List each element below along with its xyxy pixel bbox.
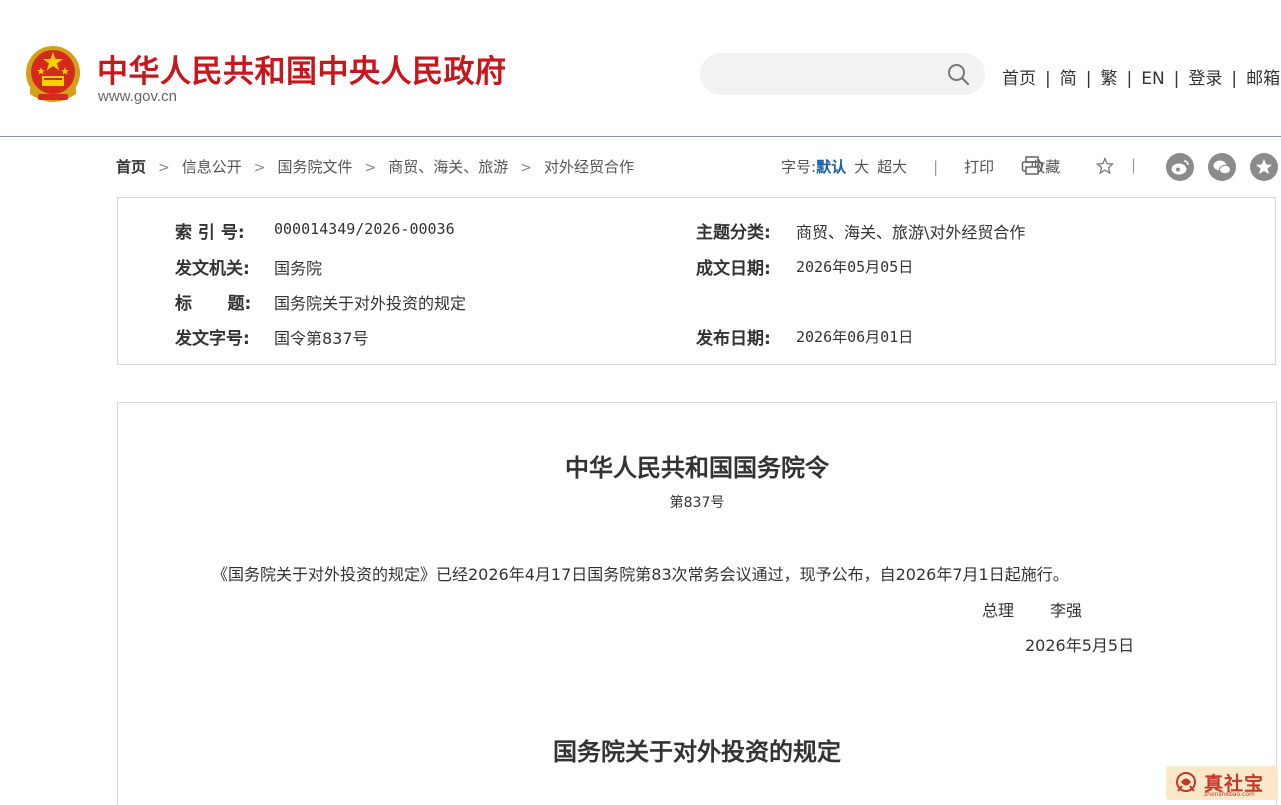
doc-number-label: 发文字号: — [175, 329, 250, 349]
created-date-label: 成文日期: — [696, 259, 771, 279]
print-button[interactable]: 打印 — [964, 158, 994, 176]
national-emblem-icon[interactable] — [24, 44, 82, 106]
nav-home[interactable]: 首页 — [1002, 69, 1036, 89]
nav-login[interactable]: 登录 — [1188, 69, 1222, 89]
decree-date: 2026年5月5日 — [1025, 636, 1135, 655]
breadcrumb-info[interactable]: 信息公开 — [182, 158, 242, 176]
breadcrumb-state-council-docs[interactable]: 国务院文件 — [278, 158, 353, 176]
font-size-xlarge[interactable]: 超大 — [877, 158, 907, 176]
search-box — [700, 53, 985, 95]
breadcrumb: 首页 > 信息公开 > 国务院文件 > 商贸、海关、旅游 > 对外经贸合作 — [116, 156, 634, 177]
search-icon[interactable] — [946, 62, 970, 86]
doc-number-value: 国令第837号 — [274, 329, 369, 348]
chevron-right-icon: > — [520, 160, 532, 176]
chevron-right-icon: > — [253, 160, 266, 176]
issuer-value: 国务院 — [274, 259, 323, 278]
index-value: 000014349/2026-00036 — [274, 220, 455, 238]
printer-icon[interactable] — [1021, 156, 1043, 176]
category-value: 商贸、海关、旅游\对外经贸合作 — [796, 223, 1026, 242]
chevron-right-icon: > — [364, 160, 377, 176]
created-date-value: 2026年05月05日 — [796, 258, 914, 276]
watermark-badge: 真社宝 zhenshebao.com — [1166, 766, 1278, 800]
site-domain: www.gov.cn — [98, 88, 177, 105]
qzone-star-icon[interactable] — [1250, 153, 1278, 181]
search-input[interactable] — [718, 63, 932, 87]
font-size-large[interactable]: 大 — [854, 158, 869, 176]
breadcrumb-trade-customs[interactable]: 商贸、海关、旅游 — [388, 158, 508, 176]
site-name[interactable]: 中华人民共和国中央人民政府 — [97, 46, 507, 91]
font-size-label: 字号: — [781, 158, 817, 176]
title-label: 标 题: — [175, 294, 252, 314]
wechat-icon[interactable] — [1208, 153, 1236, 181]
decree-title: 中华人民共和国国务院令 — [565, 453, 829, 482]
regulation-title: 国务院关于对外投资的规定 — [553, 737, 841, 766]
published-date-value: 2026年06月01日 — [796, 328, 914, 346]
font-size-default[interactable]: 默认 — [816, 158, 846, 176]
top-nav: 首页 | 简 | 繁 | EN | 登录 | 邮箱 — [1002, 69, 1281, 89]
article-tools: 字号:默认大超大 | 打印 收藏 — [781, 158, 1061, 176]
watermark-subtext: zhenshebao.com — [1204, 791, 1255, 798]
watermark-logo-icon — [1176, 772, 1196, 792]
nav-mailbox[interactable]: 邮箱 — [1246, 69, 1280, 89]
nav-traditional[interactable]: 繁 — [1100, 69, 1117, 89]
published-date-label: 发布日期: — [696, 329, 771, 349]
chevron-right-icon: > — [158, 160, 170, 176]
breadcrumb-home[interactable]: 首页 — [116, 158, 146, 176]
nav-simplified[interactable]: 简 — [1060, 69, 1077, 89]
issuer-label: 发文机关: — [175, 259, 250, 279]
weibo-icon[interactable] — [1166, 153, 1194, 181]
star-icon[interactable] — [1096, 157, 1114, 175]
index-label: 索 引 号: — [175, 223, 245, 243]
category-label: 主题分类: — [696, 223, 771, 243]
title-value: 国务院关于对外投资的规定 — [274, 294, 467, 313]
signer-name: 李强 — [1050, 601, 1083, 620]
nav-english[interactable]: EN — [1141, 69, 1164, 89]
signer-title: 总理 — [982, 601, 1015, 620]
site-header: 中华人民共和国中央人民政府 www.gov.cn 首页 | 简 | 繁 | EN | 登录 | 邮箱 — [0, 0, 1281, 137]
breadcrumb-foreign-trade[interactable]: 对外经贸合作 — [544, 158, 634, 176]
decree-number: 第837号 — [669, 495, 725, 511]
decree-paragraph: 《国务院关于对外投资的规定》已经2026年4月17日国务院第83次常务会议通过，… — [212, 565, 1069, 584]
